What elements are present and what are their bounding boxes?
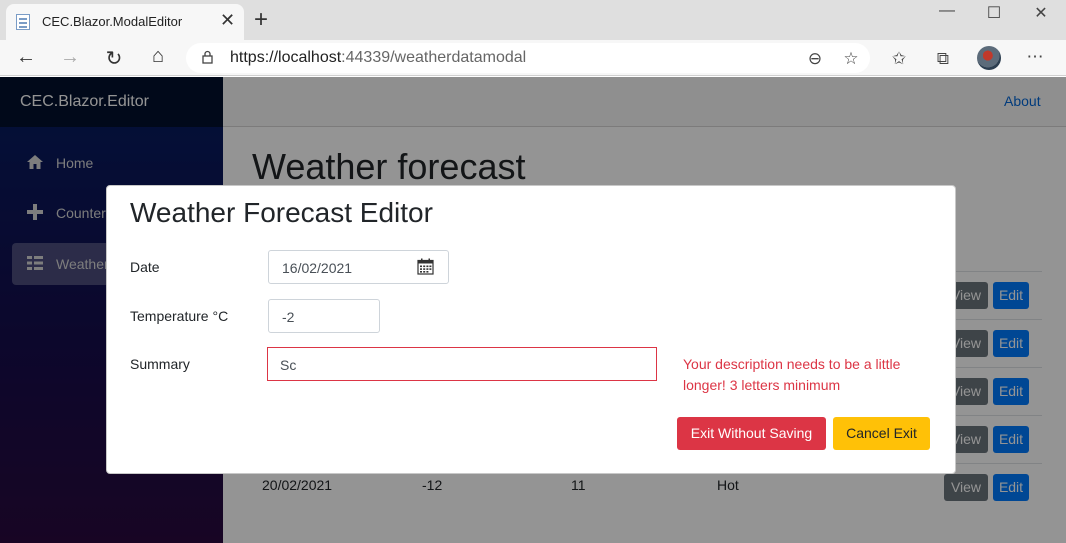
back-arrow-icon[interactable]: ←: [13, 46, 39, 69]
lock-icon[interactable]: [202, 50, 213, 64]
close-window-icon[interactable]: ✕: [1026, 3, 1056, 23]
modal-title: Weather Forecast Editor: [130, 197, 433, 228]
add-favorite-icon[interactable]: ☆: [839, 49, 863, 69]
app-viewport: CEC.Blazor.Editor Home Counter Weather A…: [0, 77, 1066, 543]
favorites-icon[interactable]: ✩: [887, 49, 911, 69]
cancel-exit-button[interactable]: Cancel Exit: [833, 417, 930, 450]
editor-modal: Weather Forecast Editor Date 16/02/2021 …: [106, 185, 956, 474]
home-browser-icon[interactable]: ⌂: [145, 45, 171, 68]
summary-input[interactable]: Sc: [267, 347, 657, 381]
date-value: 16/02/2021: [282, 260, 353, 276]
refresh-icon[interactable]: ↻: [101, 46, 127, 71]
new-tab-icon[interactable]: +: [254, 6, 268, 34]
exit-without-saving-button[interactable]: Exit Without Saving: [677, 417, 826, 450]
summary-value: Sc: [280, 357, 297, 373]
minimize-icon[interactable]: —: [932, 2, 962, 20]
summary-label: Summary: [130, 356, 190, 372]
more-menu-icon[interactable]: ⋯: [1023, 47, 1047, 67]
collections-icon[interactable]: ⧉: [931, 49, 955, 69]
date-label: Date: [130, 259, 160, 275]
date-input[interactable]: 16/02/2021: [268, 250, 449, 284]
maximize-icon[interactable]: ☐: [979, 3, 1009, 23]
url-host: https://localhost: [230, 49, 342, 66]
temperature-input[interactable]: -2: [268, 299, 380, 333]
temperature-value: -2: [282, 309, 295, 325]
temperature-label: Temperature °C: [130, 308, 229, 324]
profile-avatar[interactable]: [977, 46, 1001, 70]
close-tab-icon[interactable]: ✕: [220, 10, 235, 31]
url-path: :44339/weatherdatamodal: [341, 49, 527, 66]
browser-tab[interactable]: CEC.Blazor.ModalEditor ✕: [6, 4, 244, 40]
zoom-out-icon[interactable]: ⊖: [803, 49, 827, 69]
url-text[interactable]: https://localhost:44339/weatherdatamodal: [230, 49, 526, 67]
page-favicon-icon: [16, 14, 30, 30]
tab-title: CEC.Blazor.ModalEditor: [42, 14, 183, 29]
validation-message: Your description needs to be a little lo…: [683, 356, 901, 393]
forward-arrow-icon[interactable]: →: [57, 46, 83, 69]
calendar-icon[interactable]: [417, 258, 434, 275]
